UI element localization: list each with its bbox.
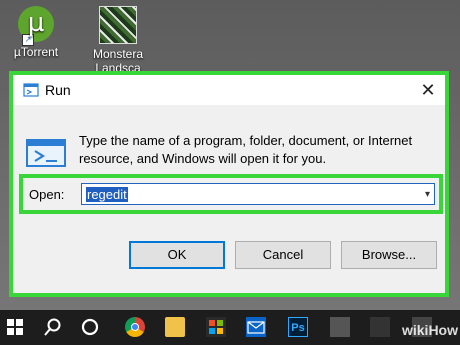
close-button[interactable]: ✕ [417, 79, 439, 101]
file-explorer-icon[interactable] [165, 317, 185, 337]
mail-icon[interactable] [246, 317, 266, 337]
desktop-icon-monstera[interactable]: Monstera Landsca [82, 6, 154, 75]
run-icon [26, 139, 66, 167]
watermark: wikiHow [401, 322, 458, 338]
utorrent-icon: ↗ [18, 6, 54, 46]
image-file-icon [99, 6, 137, 44]
dialog-title: Run [45, 82, 71, 98]
run-icon [23, 83, 39, 97]
open-label: Open: [29, 187, 65, 202]
search-icon[interactable] [43, 317, 63, 337]
notes-icon[interactable] [330, 317, 350, 337]
cancel-button[interactable]: Cancel [235, 241, 331, 269]
run-dialog: Run ✕ Type the name of a program, folder… [9, 71, 449, 297]
store-icon[interactable] [206, 317, 226, 337]
open-field-row: Open: regedit ▾ [19, 174, 443, 214]
desktop-icon-utorrent[interactable]: ↗ µTorrent [0, 6, 72, 59]
open-input[interactable]: regedit ▾ [81, 183, 435, 205]
cortana-icon[interactable] [80, 317, 100, 337]
button-area: OK Cancel Browse... [13, 225, 445, 293]
taskbar: Ps wikiHow [0, 310, 460, 345]
dialog-description: Type the name of a program, folder, docu… [79, 133, 413, 166]
browse-button[interactable]: Browse... [341, 241, 437, 269]
photoshop-icon[interactable]: Ps [288, 317, 308, 337]
ok-button[interactable]: OK [129, 241, 225, 269]
app-icon[interactable] [370, 317, 390, 337]
title-bar[interactable]: Run ✕ [13, 75, 445, 105]
open-input-value: regedit [86, 187, 128, 202]
shortcut-arrow-icon: ↗ [22, 34, 34, 46]
desktop-icon-label: µTorrent [13, 45, 59, 59]
chrome-icon[interactable] [125, 317, 145, 337]
chevron-down-icon[interactable]: ▾ [425, 189, 430, 200]
windows-start-icon[interactable] [5, 317, 25, 337]
